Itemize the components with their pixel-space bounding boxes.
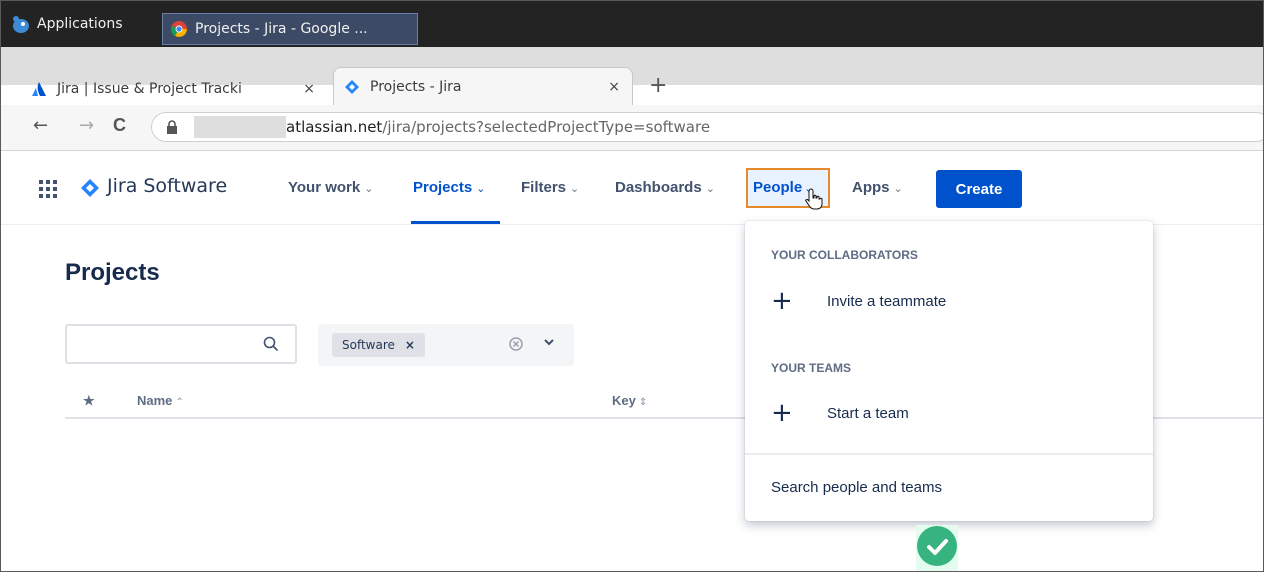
clear-filter-icon[interactable] xyxy=(508,336,524,352)
nav-your-work[interactable]: Your work ⌄ xyxy=(288,179,373,196)
url-path: /jira/projects?selectedProjectType=softw… xyxy=(382,118,711,136)
active-tab-indicator xyxy=(411,221,500,224)
applications-menu[interactable]: Applications xyxy=(9,11,123,37)
success-check-icon xyxy=(917,526,957,566)
taskbar-window-title: Projects - Jira - Google ... xyxy=(195,21,368,37)
section-your-collaborators: YOUR COLLABORATORS xyxy=(771,248,918,262)
start-team-item[interactable]: + Start a team xyxy=(771,393,1131,433)
app-switcher-icon[interactable] xyxy=(39,180,57,198)
taskbar-window-button[interactable]: Projects - Jira - Google ... xyxy=(162,13,418,45)
menu-divider xyxy=(745,453,1153,455)
start-team-label: Start a team xyxy=(827,404,909,422)
column-name[interactable]: Name ⌃ xyxy=(137,393,184,408)
redacted-subdomain xyxy=(194,116,286,138)
chevron-down-icon: ⌄ xyxy=(364,183,374,195)
atlassian-icon xyxy=(32,82,46,96)
lock-icon xyxy=(167,120,177,134)
url-host: atlassian.net xyxy=(286,118,383,136)
invite-teammate-label: Invite a teammate xyxy=(827,292,947,310)
forward-button[interactable]: → xyxy=(79,115,94,136)
screen: Applications Projects - Jira - Google ..… xyxy=(0,0,1264,572)
browser-tab-projects[interactable]: Projects - Jira × xyxy=(333,67,633,105)
search-people-teams-item[interactable]: Search people and teams xyxy=(771,479,942,496)
chrome-icon xyxy=(171,21,187,37)
chevron-down-icon: ⌄ xyxy=(570,183,580,195)
xfce-mouse-icon xyxy=(13,16,29,33)
create-button[interactable]: Create xyxy=(936,170,1022,208)
sort-icon: ⇕ xyxy=(638,397,648,408)
desktop-panel: Applications Projects - Jira - Google ..… xyxy=(1,1,1263,47)
jira-logo-icon[interactable] xyxy=(80,178,100,198)
sort-asc-icon: ⌃ xyxy=(175,397,184,408)
people-dropdown-menu: YOUR COLLABORATORS + Invite a teammate Y… xyxy=(745,221,1153,521)
chevron-down-icon: ⌄ xyxy=(705,183,715,195)
jira-top-nav: Jira Software Your work ⌄ Projects ⌄ Filte… xyxy=(1,151,1263,225)
section-your-teams: YOUR TEAMS xyxy=(771,361,852,375)
chevron-down-icon: ⌄ xyxy=(476,183,486,195)
address-bar[interactable]: atlassian.net /jira/projects?selectedPro… xyxy=(151,112,1263,142)
success-flag xyxy=(916,525,958,571)
search-icon xyxy=(263,336,279,352)
nav-apps[interactable]: Apps ⌄ xyxy=(852,179,903,196)
nav-dashboards[interactable]: Dashboards ⌄ xyxy=(615,179,715,196)
tab-title: Projects - Jira xyxy=(370,78,462,95)
column-key[interactable]: Key ⇕ xyxy=(612,393,647,408)
close-tab-icon[interactable]: × xyxy=(608,79,620,95)
invite-teammate-item[interactable]: + Invite a teammate xyxy=(771,281,1131,321)
plus-icon: + xyxy=(771,286,793,316)
browser-toolbar: ← → C atlassian.net /jira/projects?selec… xyxy=(1,105,1263,151)
browser-tab-jira-home[interactable]: Jira | Issue & Project Tracki × xyxy=(31,71,331,107)
favorite-column-icon: ★ xyxy=(83,393,95,408)
product-filter-select[interactable]: Software × xyxy=(318,324,574,366)
back-button[interactable]: ← xyxy=(33,115,48,136)
remove-chip-icon[interactable]: × xyxy=(405,338,415,352)
new-tab-button[interactable]: + xyxy=(649,73,667,98)
project-search-input[interactable] xyxy=(65,324,297,364)
nav-projects[interactable]: Projects ⌄ xyxy=(413,179,485,196)
applications-label: Applications xyxy=(37,16,123,32)
reload-button[interactable]: C xyxy=(113,115,126,136)
close-tab-icon[interactable]: × xyxy=(303,81,315,97)
nav-filters[interactable]: Filters ⌄ xyxy=(521,179,579,196)
jira-icon xyxy=(345,79,359,94)
filter-chip-software: Software × xyxy=(332,333,425,357)
hand-cursor-icon xyxy=(805,188,823,210)
plus-icon: + xyxy=(771,398,793,428)
chevron-down-icon[interactable] xyxy=(543,336,555,348)
product-name[interactable]: Jira Software xyxy=(107,175,227,197)
page-title: Projects xyxy=(65,259,160,286)
tab-title: Jira | Issue & Project Tracki xyxy=(57,81,242,97)
chevron-down-icon: ⌄ xyxy=(893,183,903,195)
